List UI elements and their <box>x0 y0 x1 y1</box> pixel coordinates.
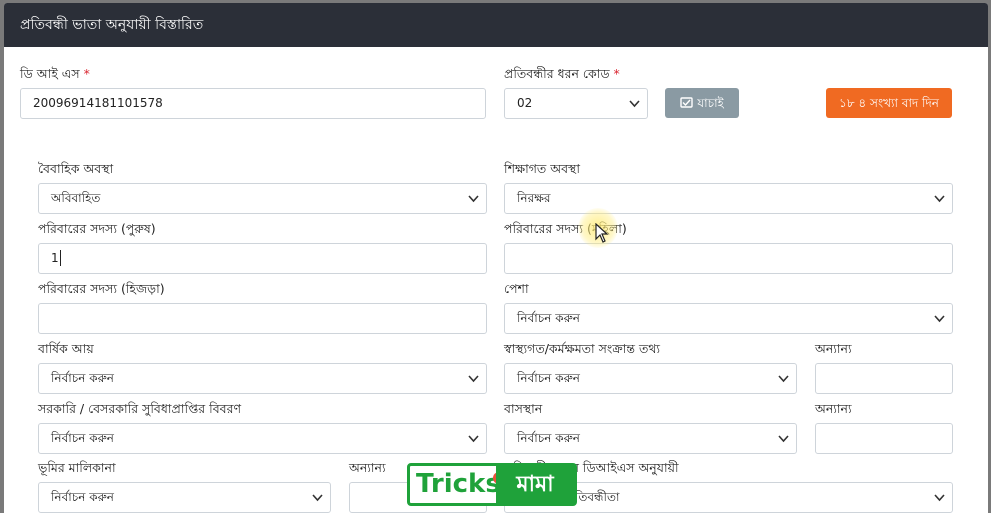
marital-label: বৈবাহিক অবস্থা <box>38 161 114 176</box>
residence-select[interactable]: নির্বাচন করুন <box>504 423 797 454</box>
family-male-label: পরিবারের সদস্য (পুরুষ) <box>38 221 156 236</box>
check-button[interactable]: যাচাই <box>665 88 739 118</box>
text-caret <box>59 250 61 266</box>
land-select[interactable]: নির্বাচন করুন <box>38 482 331 513</box>
family-hijra-label: পরিবারের সদস্য (হিজড়া) <box>38 281 165 296</box>
health-other-label: অন্যান্য <box>815 341 852 356</box>
land-label: ভূমির মালিকানা <box>38 460 116 475</box>
disability-code-label: প্রতিবন্ধীর ধরন কোড * <box>504 66 620 81</box>
annual-income-select[interactable]: নির্বাচন করুন <box>38 363 487 394</box>
chevron-down-icon <box>629 100 640 108</box>
health-select[interactable]: নির্বাচন করুন <box>504 363 797 394</box>
education-select[interactable]: নিরক্ষর <box>504 183 953 214</box>
residence-label: বাসস্থান <box>504 401 543 416</box>
watermark-left-text: Tricks <box>416 469 501 499</box>
family-male-input[interactable]: 1 <box>38 243 487 274</box>
page-title: প্রতিবন্ধী ভাতা অনুযায়ী বিস্তারিত <box>20 17 204 33</box>
family-female-input[interactable] <box>504 243 953 274</box>
annual-income-label: বার্ষিক আয় <box>38 341 94 356</box>
benefits-label: সরকারি / বেসরকারি সুবিধাপ্রাপ্তির বিবরণ <box>38 401 242 416</box>
land-other-label: অন্যান্য <box>349 460 386 475</box>
watermark-right-text: মামা <box>496 466 574 503</box>
chevron-down-icon <box>468 435 479 443</box>
disability-code-select[interactable]: 02 <box>504 88 648 119</box>
skip-digits-button[interactable]: ১৮ ৪ সংখ্যা বাদ দিন <box>826 88 952 118</box>
watermark-logo: Tricks মামা <box>407 463 577 506</box>
chevron-down-icon <box>468 195 479 203</box>
screen-frame: প্রতিবন্ধী ভাতা অনুযায়ী বিস্তারিত ডি আই… <box>0 0 991 513</box>
mouse-pointer-icon <box>595 223 609 243</box>
chevron-down-icon <box>468 375 479 383</box>
check-square-icon <box>680 97 693 108</box>
chevron-down-icon <box>934 315 945 323</box>
residence-other-input[interactable] <box>815 423 953 454</box>
details-card: প্রতিবন্ধী ভাতা অনুযায়ী বিস্তারিত ডি আই… <box>4 3 988 513</box>
occupation-select[interactable]: নির্বাচন করুন <box>504 303 953 334</box>
health-other-input[interactable] <box>815 363 953 394</box>
family-hijra-input[interactable] <box>38 303 487 334</box>
required-mark: * <box>613 66 620 81</box>
health-label: স্বাস্থ্যগত/কর্মক্ষমতা সংক্রান্ত তথ্য <box>504 341 661 356</box>
benefits-select[interactable]: নির্বাচন করুন <box>38 423 487 454</box>
chevron-down-icon <box>312 494 323 502</box>
marital-select[interactable]: অবিবাহিত <box>38 183 487 214</box>
required-mark: * <box>83 66 90 81</box>
chevron-down-icon <box>778 375 789 383</box>
education-label: শিক্ষাগত অবস্থা <box>504 161 580 176</box>
chevron-down-icon <box>778 435 789 443</box>
chevron-down-icon <box>934 494 945 502</box>
dis-label: ডি আই এস * <box>20 66 90 81</box>
residence-other-label: অন্যান্য <box>815 401 852 416</box>
dis-input[interactable]: 20096914181101578 <box>20 88 486 119</box>
card-header: প্রতিবন্ধী ভাতা অনুযায়ী বিস্তারিত <box>4 3 988 47</box>
occupation-label: পেশা <box>504 281 529 296</box>
chevron-down-icon <box>934 195 945 203</box>
